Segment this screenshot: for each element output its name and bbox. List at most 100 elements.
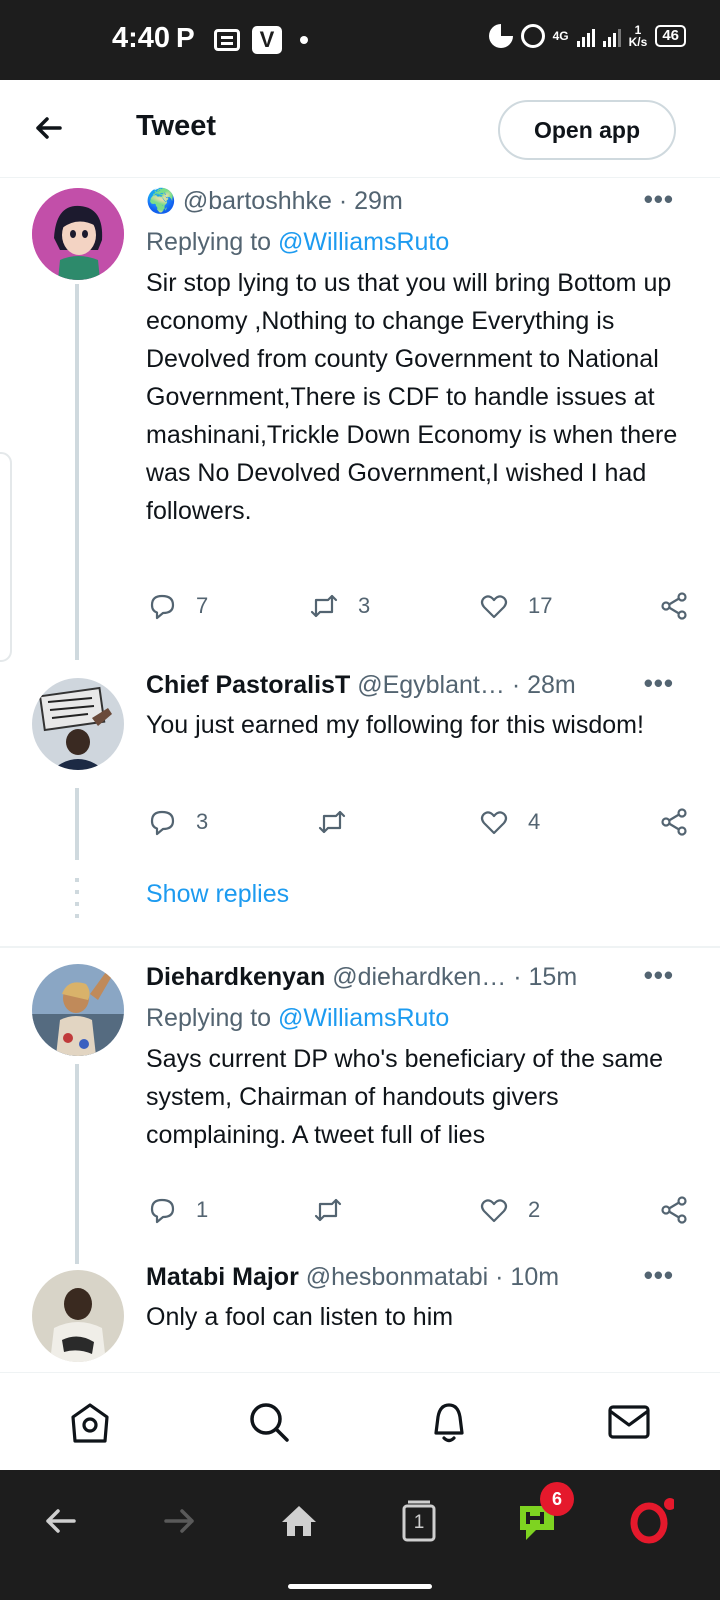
share-button[interactable]: [658, 802, 690, 842]
retweet-button[interactable]: [316, 802, 366, 842]
avatar[interactable]: [32, 188, 124, 280]
avatar-image: [32, 188, 124, 280]
tweet-handle[interactable]: @diehardken…: [332, 963, 506, 991]
share-icon: [661, 592, 687, 620]
browser-news-button[interactable]: 6: [514, 1482, 574, 1544]
replying-to: Replying to @WilliamsRuto: [146, 222, 690, 262]
opera-icon: [630, 1498, 676, 1544]
tweet-handle[interactable]: @Egyblant…: [357, 671, 505, 699]
open-app-button[interactable]: Open app: [498, 100, 676, 160]
replying-to: Replying to @WilliamsRuto: [146, 998, 690, 1038]
side-panel-handle[interactable]: [0, 452, 12, 662]
back-arrow-icon: [36, 117, 62, 139]
more-options-button[interactable]: •••: [644, 960, 674, 991]
tweet-text: Says current DP who's beneficiary of the…: [146, 1045, 664, 1149]
battery-icon: 46: [655, 25, 686, 47]
tab-notifications[interactable]: [424, 1397, 474, 1447]
emoji-avatar-icon: 🌍: [146, 188, 176, 215]
v-app-icon: V: [252, 26, 282, 54]
tab-home[interactable]: [65, 1397, 115, 1447]
tab-messages[interactable]: [604, 1397, 654, 1447]
messages-envelope-icon: [608, 1405, 650, 1439]
retweet-button[interactable]: 3: [308, 586, 370, 626]
thread-dots: [75, 878, 79, 918]
status-indicators: 4G 1 K/s 46: [488, 24, 686, 49]
like-count: 4: [528, 809, 541, 834]
tab-search[interactable]: [244, 1397, 294, 1447]
alarm-icon: [520, 24, 545, 48]
like-count: 17: [528, 593, 553, 618]
header: Tweet Open app: [0, 80, 720, 178]
reply-icon: [150, 1198, 175, 1224]
network-type-label: 4G: [552, 29, 569, 43]
avatar[interactable]: [32, 1270, 124, 1362]
tweet-text: Only a fool can listen to him: [146, 1303, 454, 1331]
tweet-content: Matabi Major @hesbonmatabi · 10m ••• Onl…: [146, 1260, 690, 1336]
more-notifications-dot-icon: [300, 36, 308, 44]
tabs-count: 1: [413, 1512, 425, 1533]
more-options-button[interactable]: •••: [644, 668, 674, 699]
show-replies-link[interactable]: Show replies: [146, 880, 289, 909]
heart-icon: [480, 1199, 508, 1223]
avatar-image: [32, 678, 124, 770]
share-button[interactable]: [658, 1190, 690, 1230]
tweet-display-name[interactable]: Chief PastoralisT: [146, 671, 350, 699]
tweet[interactable]: Diehardkenyan @diehardken… · 15m ••• Rep…: [0, 960, 720, 1264]
browser-forward-button[interactable]: [156, 1498, 202, 1544]
data-saver-icon: [488, 24, 513, 48]
home-icon: [71, 1403, 109, 1443]
more-options-button[interactable]: •••: [644, 1260, 674, 1291]
back-arrow-icon: [46, 1509, 76, 1533]
avatar-image: [32, 964, 124, 1056]
share-icon: [661, 808, 687, 836]
thread-line: [75, 788, 79, 860]
more-options-button[interactable]: •••: [644, 184, 674, 215]
reply-button[interactable]: 3: [146, 802, 208, 842]
tweet[interactable]: 🌍 @bartoshhke · 29m ••• Replying to @Wil…: [0, 184, 720, 668]
browser-home-button[interactable]: [276, 1498, 322, 1544]
avatar[interactable]: [32, 964, 124, 1056]
tweet-header: Diehardkenyan @diehardken… · 15m: [146, 960, 690, 994]
tweet-time[interactable]: · 29m: [339, 187, 403, 215]
network-speed-unit: K/s: [628, 35, 648, 49]
tweet-handle[interactable]: @hesbonmatabi: [306, 1263, 488, 1291]
retweet-button[interactable]: [312, 1190, 362, 1230]
gesture-home-indicator[interactable]: [288, 1584, 432, 1589]
replying-to-mention[interactable]: @WilliamsRuto: [278, 1004, 449, 1032]
tweet-time[interactable]: · 10m: [495, 1263, 559, 1291]
tweet[interactable]: Matabi Major @hesbonmatabi · 10m ••• Onl…: [0, 1260, 720, 1370]
browser-back-button[interactable]: [38, 1498, 84, 1544]
browser-tabs-button[interactable]: 1: [396, 1498, 442, 1544]
tweet[interactable]: Chief PastoralisT @Egyblant… · 28m ••• Y…: [0, 668, 720, 878]
tweet-time[interactable]: · 28m: [512, 671, 576, 699]
heart-icon: [480, 595, 508, 619]
forward-arrow-icon: [164, 1509, 194, 1533]
notifications-bell-icon: [434, 1403, 464, 1443]
tweet-actions: 3 4: [146, 802, 690, 842]
thread-line: [75, 1064, 79, 1264]
divider: [0, 946, 720, 948]
message-icon: [214, 29, 240, 51]
like-button[interactable]: 17: [478, 586, 552, 626]
tweet-handle[interactable]: @bartoshhke: [183, 187, 332, 215]
like-button[interactable]: 2: [478, 1190, 540, 1230]
back-button[interactable]: [30, 108, 70, 148]
reply-count: 1: [196, 1197, 209, 1222]
tweet-content: Diehardkenyan @diehardken… · 15m ••• Rep…: [146, 960, 690, 1154]
avatar[interactable]: [32, 678, 124, 770]
opera-menu-button[interactable]: [628, 1498, 676, 1544]
replying-to-mention[interactable]: @WilliamsRuto: [278, 228, 449, 256]
tweet-display-name[interactable]: Diehardkenyan: [146, 963, 325, 991]
tweet-header: Matabi Major @hesbonmatabi · 10m: [146, 1260, 690, 1294]
like-count: 2: [528, 1197, 541, 1222]
retweet-icon: [310, 594, 338, 618]
tweet-time[interactable]: · 15m: [513, 963, 577, 991]
reply-button[interactable]: 7: [146, 586, 208, 626]
like-button[interactable]: 4: [478, 802, 540, 842]
tweet-display-name[interactable]: Matabi Major: [146, 1263, 299, 1291]
browser-toolbar: 1 6: [0, 1470, 720, 1600]
retweet-count: 3: [358, 593, 371, 618]
share-button[interactable]: [658, 586, 690, 626]
retweet-icon: [314, 1198, 342, 1222]
reply-button[interactable]: 1: [146, 1190, 208, 1230]
